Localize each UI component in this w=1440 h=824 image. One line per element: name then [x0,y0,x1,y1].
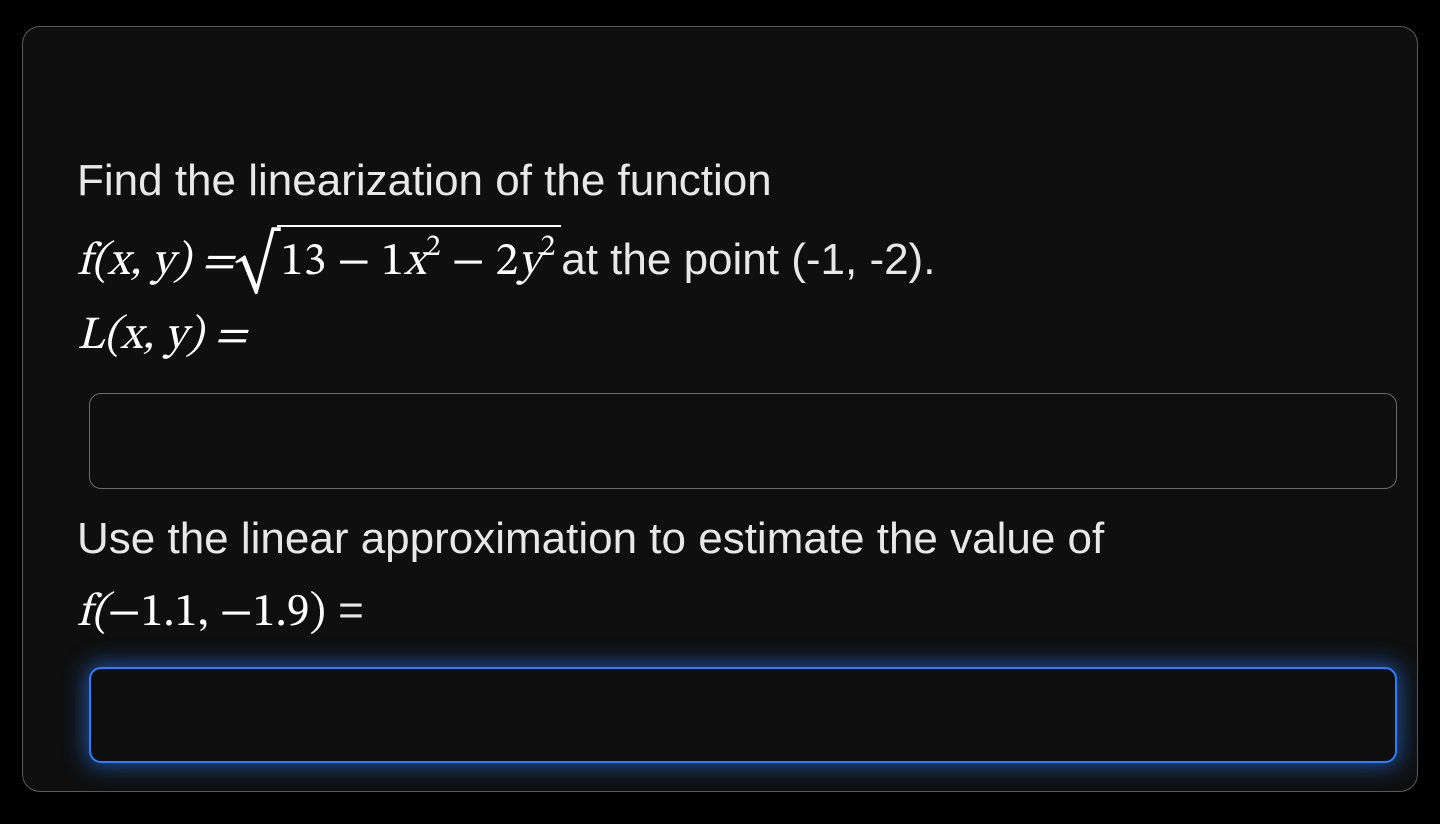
exp-x2: 2 [426,233,441,263]
sqrt-expression: √ 13 − 1x2 − 2y2 [234,225,561,298]
equals-sign: = [326,586,364,635]
var-x: x [404,239,426,285]
approx-close-paren: ) [310,590,326,636]
function-lhs-text: f(x, y) = [77,239,234,285]
prompt-line-2: f(x, y) = √ 13 − 1x2 − 2y2 at the point … [77,225,1363,298]
var-y: y [518,239,540,285]
prompt-line-1: Find the linearization of the function [77,147,1363,215]
const-13: 13 [281,239,327,285]
radicand: 13 − 1x2 − 2y2 [277,225,561,298]
linearization-lhs: L(x, y) = [77,313,247,359]
linearization-input[interactable] [89,393,1397,489]
coef-2: 2 [495,239,518,285]
point-text: at the point (-1, -2). [561,226,935,294]
approximation-input[interactable] [89,667,1397,763]
function-lhs: f(x, y) = [77,227,234,298]
coef-1: 1 [381,239,404,285]
approx-args: −1.1, −1.9 [108,590,310,636]
radical-icon: √ [234,243,279,288]
minus-1: − [337,239,381,285]
approx-prompt: Use the linear approximation to estimate… [77,505,1363,573]
approx-f: f( [77,590,108,636]
minus-2: − [452,239,496,285]
linearization-lhs-line: L(x, y) = [77,300,1363,372]
approx-lhs-line: f(−1.1, −1.9) = [77,577,1363,649]
exp-y2: 2 [540,233,555,263]
question-card: Find the linearization of the function f… [22,26,1418,792]
